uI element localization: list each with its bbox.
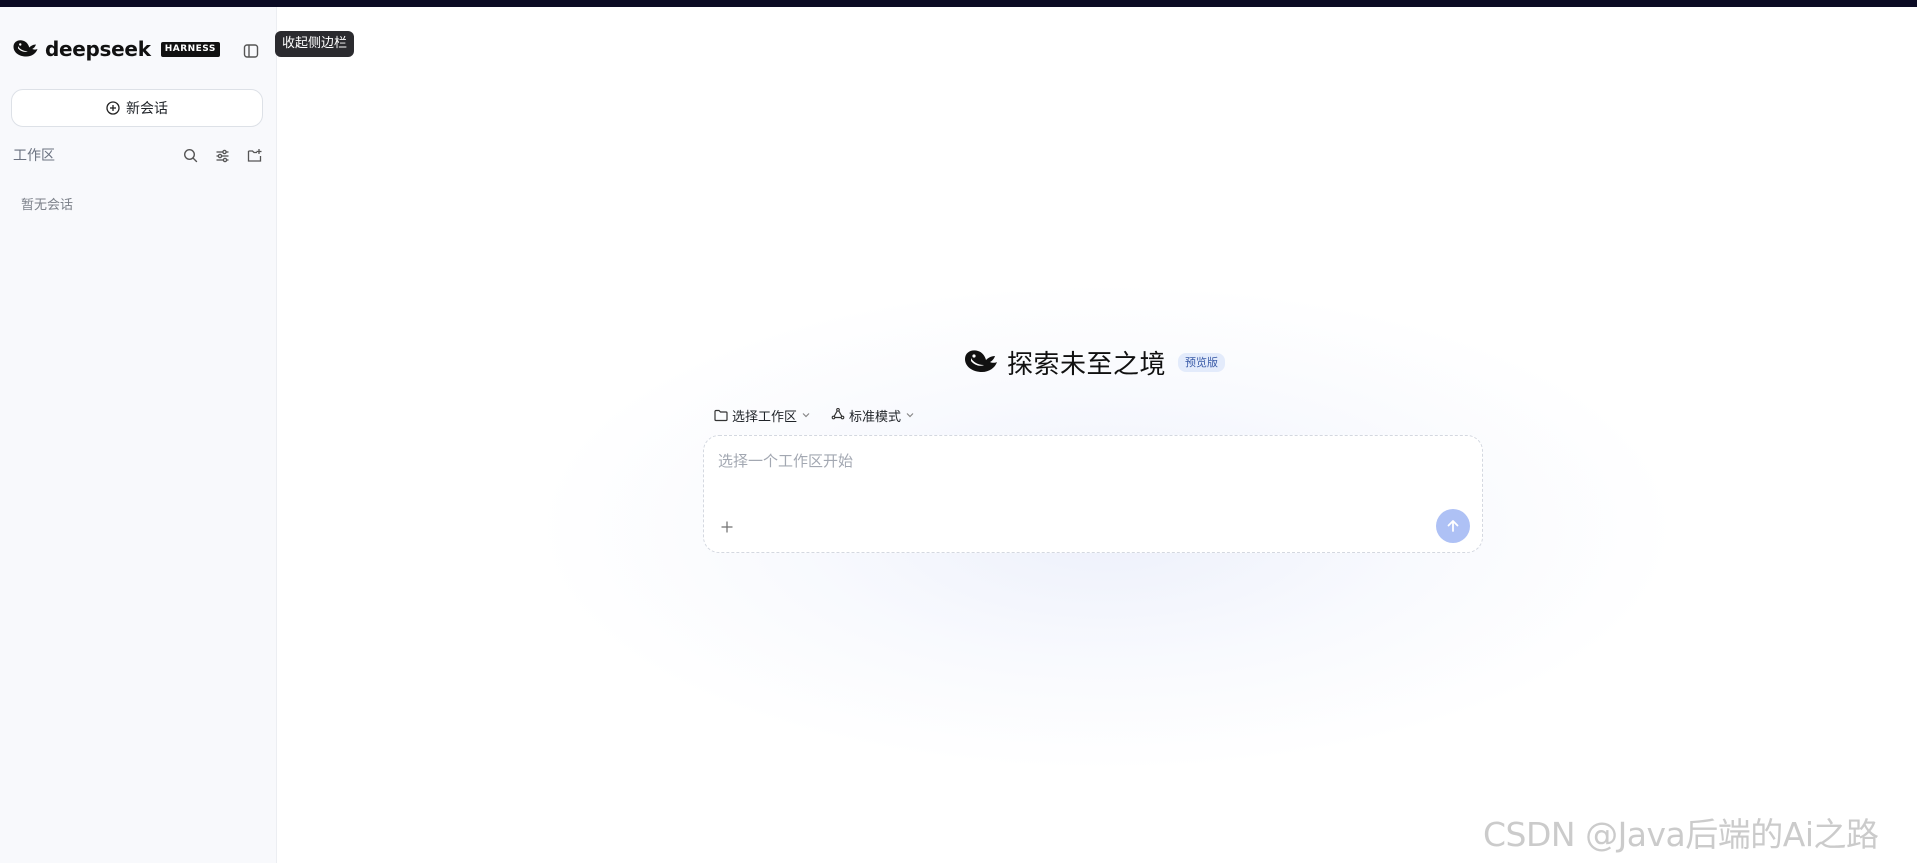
whale-logo-icon — [965, 350, 997, 372]
top-bar — [0, 0, 1917, 7]
whale-logo-icon — [13, 40, 38, 57]
sidebar-toggle-icon — [243, 44, 259, 58]
arrow-up-icon — [1447, 520, 1459, 532]
workspace-title: 工作区 — [13, 148, 55, 164]
collapse-sidebar-tooltip: 收起侧边栏 — [275, 31, 355, 57]
chevron-down-icon — [802, 413, 810, 418]
folder-icon — [714, 409, 728, 421]
preview-badge: 预览版 — [1178, 352, 1226, 372]
collapse-sidebar-button[interactable] — [240, 40, 262, 62]
workspace-select[interactable]: 选择工作区 — [714, 406, 811, 425]
search-icon — [183, 148, 197, 162]
app-window: deepseek HARNESS 新会话 工作区 暂无会话 收起侧边栏 探索未至… — [0, 0, 1917, 863]
filter-icon — [216, 149, 228, 162]
empty-sessions-text: 暂无会话 — [21, 198, 74, 213]
chevron-down-icon — [906, 413, 914, 418]
main-panel: 探索未至之境 预览版 选择工作区 标准模式 — [277, 7, 1917, 863]
workspace-header: 工作区 — [13, 145, 265, 165]
new-chat-label: 新会话 — [126, 101, 168, 117]
workspace-actions — [179, 144, 265, 166]
watermark: CSDN @Java后端的Ai之路 — [1483, 815, 1879, 854]
composer-toolbar: 选择工作区 标准模式 — [714, 403, 915, 427]
mode-select-label: 标准模式 — [849, 409, 902, 425]
mode-select[interactable]: 标准模式 — [831, 406, 915, 425]
brand-badge: HARNESS — [160, 41, 220, 57]
send-button[interactable] — [1436, 509, 1470, 543]
new-chat-button[interactable]: 新会话 — [11, 89, 263, 127]
plus-icon — [721, 521, 733, 533]
attach-button[interactable] — [716, 516, 738, 538]
hero-title: 探索未至之境 — [1007, 349, 1167, 380]
composer — [703, 435, 1483, 553]
brand[interactable]: deepseek HARNESS — [12, 34, 220, 64]
mode-cycle-icon — [831, 408, 845, 420]
message-input[interactable] — [718, 448, 1458, 474]
brand-name: deepseek — [45, 37, 151, 61]
search-workspace-button[interactable] — [179, 144, 201, 166]
new-folder-icon — [247, 148, 261, 162]
hero: 探索未至之境 预览版 — [963, 344, 1226, 380]
sidebar: deepseek HARNESS 新会话 工作区 暂无会话 — [0, 7, 277, 863]
new-folder-button[interactable] — [243, 144, 265, 166]
filter-workspace-button[interactable] — [211, 144, 233, 166]
plus-circle-icon — [106, 101, 120, 115]
workspace-select-label: 选择工作区 — [732, 409, 798, 425]
